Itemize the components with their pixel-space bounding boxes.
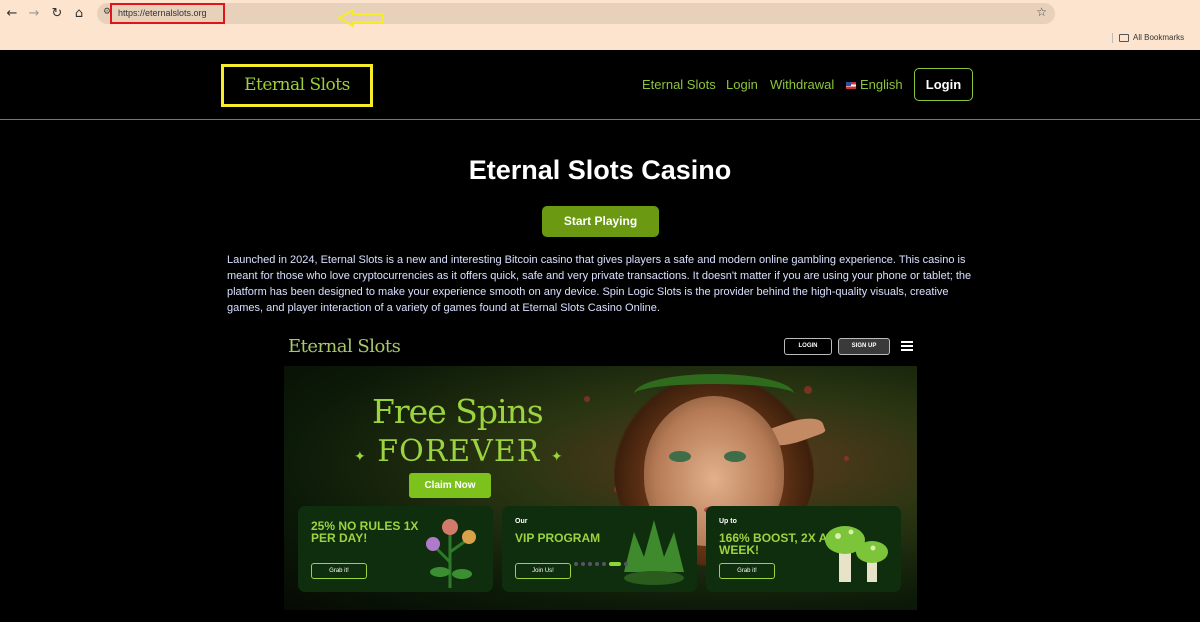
- bookmarks-bar[interactable]: All Bookmarks: [1112, 31, 1200, 45]
- forward-icon[interactable]: →: [25, 5, 43, 23]
- home-icon[interactable]: ⌂: [70, 5, 88, 23]
- promo-banner: Free Spins ✦ FOREVER ✦ Claim Now 25% NO …: [284, 366, 917, 610]
- nav-withdrawal[interactable]: Withdrawal: [770, 77, 834, 92]
- nav-eternal-slots[interactable]: Eternal Slots: [642, 77, 716, 92]
- leaf-crown-icon: [624, 520, 684, 585]
- us-flag-icon: [846, 82, 856, 90]
- promo-card-daily: 25% NO RULES 1X PER DAY! Grab it!: [298, 506, 493, 592]
- forever-subheadline: ✦ FOREVER ✦: [354, 434, 564, 469]
- preview-login-button: LOGIN: [784, 338, 832, 355]
- claim-now-button: Claim Now: [409, 473, 491, 498]
- carousel-dot: [595, 562, 599, 566]
- promo-main-text: 25% NO RULES 1X PER DAY!: [311, 519, 419, 545]
- promo-small-text: Our: [515, 518, 528, 525]
- forever-text: FOREVER: [377, 434, 541, 469]
- site-header: Eternal Slots Eternal Slots Login Withdr…: [0, 50, 1200, 120]
- carousel-dot: [588, 562, 592, 566]
- carousel-dot: [624, 562, 628, 566]
- folder-icon: [1119, 33, 1129, 42]
- elf-eye-left: [669, 451, 691, 462]
- reload-icon[interactable]: ↻: [48, 5, 66, 23]
- carousel-dots: [574, 562, 631, 566]
- language-selector[interactable]: English: [846, 77, 903, 92]
- bookmark-star-icon[interactable]: ☆: [1036, 5, 1047, 19]
- all-bookmarks-label: All Bookmarks: [1133, 33, 1185, 42]
- preview-logo: Eternal Slots: [288, 336, 401, 357]
- page-title: Eternal Slots Casino: [468, 155, 732, 185]
- language-label: English: [860, 77, 903, 92]
- star-icon-left: ✦: [354, 449, 367, 465]
- intro-paragraph: Launched in 2024, Eternal Slots is a new…: [227, 254, 972, 314]
- browser-chrome: ← → ↻ ⌂ ⚙ https://eternalslots.org ☆ All…: [0, 0, 1200, 50]
- site-preview-image: Eternal Slots LOGIN SIGN UP Free Spins ✦…: [284, 330, 917, 610]
- mushroom-icon: [825, 526, 888, 582]
- url-text[interactable]: https://eternalslots.org: [110, 3, 225, 24]
- carousel-dot: [574, 562, 578, 566]
- address-bar[interactable]: ⚙ https://eternalslots.org ☆: [97, 3, 1055, 28]
- carousel-dot: [581, 562, 585, 566]
- arrow-annotation-icon: [337, 8, 384, 28]
- start-playing-button[interactable]: Start Playing: [542, 206, 659, 237]
- join-us-button: Join Us!: [515, 563, 571, 579]
- flower-plant-icon: [426, 519, 476, 588]
- hamburger-menu-icon: [901, 341, 913, 351]
- star-icon-right: ✦: [550, 449, 564, 465]
- login-button[interactable]: Login: [914, 68, 973, 101]
- preview-signup-button: SIGN UP: [838, 338, 890, 355]
- promo-main-text: VIP PROGRAM: [515, 531, 601, 545]
- flower-wreath-art: [634, 374, 794, 414]
- elf-eye-right: [724, 451, 746, 462]
- promo-main-text: 166% BOOST, 2X A WEEK!: [719, 531, 827, 557]
- site-logo[interactable]: Eternal Slots: [221, 64, 373, 107]
- promo-small-text: Up to: [719, 518, 737, 525]
- grab-it-button: Grab it!: [719, 563, 775, 579]
- grab-it-button: Grab it!: [311, 563, 367, 579]
- free-spins-headline: Free Spins: [372, 392, 544, 431]
- back-icon[interactable]: ←: [3, 5, 21, 23]
- carousel-dot: [609, 562, 621, 566]
- promo-card-boost: Up to 166% BOOST, 2X A WEEK! Grab it!: [706, 506, 901, 592]
- carousel-dot: [602, 562, 606, 566]
- nav-login[interactable]: Login: [726, 77, 758, 92]
- promo-card-vip: Our VIP PROGRAM Join Us!: [502, 506, 697, 592]
